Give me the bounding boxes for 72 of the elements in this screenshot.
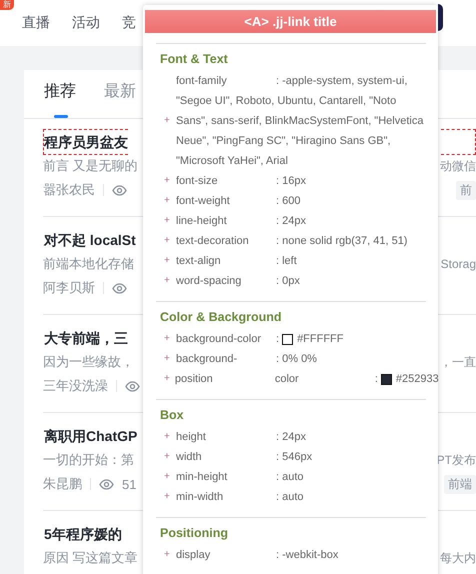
selection-outline: [441, 129, 476, 155]
expand-marker[interactable]: +: [164, 353, 171, 365]
expand-marker[interactable]: +: [164, 175, 171, 187]
article-excerpt: 前言 又是无聊的: [43, 157, 138, 175]
article-title[interactable]: 程序员男盆友: [43, 129, 128, 155]
property-name: color: [274, 372, 300, 387]
property-line: font-size : 16px: [176, 174, 307, 189]
article-excerpt: 一切的开始：第: [43, 451, 134, 469]
section-title: Font & Text: [159, 51, 229, 68]
article-tag[interactable]: 前端: [444, 474, 476, 494]
eye-icon: [112, 184, 127, 196]
eye-icon: [112, 282, 127, 294]
expand-marker[interactable]: +: [164, 115, 171, 127]
property-line: word-spacing : 0px: [176, 274, 301, 289]
property-line: line-height : 24px: [176, 214, 307, 229]
property-line: font-weight : 600: [176, 194, 302, 209]
eye-icon: [99, 478, 114, 490]
article-title[interactable]: 离职用ChatGP: [43, 423, 138, 449]
expand-marker[interactable]: +: [164, 235, 171, 247]
article-excerpt: ，一直: [440, 354, 476, 370]
property-value: #FFFFFF: [297, 332, 344, 347]
inspector-title: <A> .jj-link title: [145, 10, 436, 33]
article-excerpt: 原因 写这篇文章: [43, 549, 138, 567]
expand-marker[interactable]: +: [164, 431, 171, 443]
section-title: Box: [159, 407, 185, 424]
property-name: background-color: [176, 332, 262, 347]
property-line: height : 24px: [176, 430, 307, 445]
expand-marker[interactable]: +: [164, 471, 171, 483]
colon: :: [374, 372, 378, 387]
expand-marker[interactable]: +: [164, 373, 170, 385]
expand-marker[interactable]: +: [164, 549, 171, 561]
property-line: min-height : auto: [176, 470, 305, 485]
article-title[interactable]: 大专前端，三: [43, 325, 128, 351]
article-title[interactable]: 5年程序媛的: [43, 521, 122, 547]
property-line: text-decoration : none solid rgb(37, 41, 51): [176, 234, 408, 249]
nav-link[interactable]: 活动: [72, 14, 100, 32]
article-excerpt: 每大内: [440, 550, 476, 566]
feed-tab[interactable]: 推荐: [44, 80, 76, 118]
article-title[interactable]: 对不起 localSt: [43, 227, 136, 253]
property-line: display : -webkit-box: [176, 548, 340, 563]
view-count: 51: [122, 476, 136, 492]
colon: :: [276, 332, 280, 347]
author-name[interactable]: 三年没洗澡: [43, 377, 108, 395]
expand-marker[interactable]: +: [164, 215, 171, 227]
article-excerpt: Storag: [440, 257, 476, 271]
new-badge: 新: [0, 0, 14, 10]
article-excerpt: 动微信: [440, 158, 476, 174]
article-tag[interactable]: 前: [456, 180, 476, 200]
property-value: #252933: [396, 372, 439, 387]
expand-marker[interactable]: +: [164, 333, 171, 345]
article-excerpt: 因为一些缘故，: [43, 353, 134, 371]
feed-tab[interactable]: 最新: [104, 80, 136, 118]
nav-link[interactable]: 竞: [122, 14, 136, 32]
article-excerpt: 前端本地化存储: [43, 255, 134, 273]
property-line: width : 546px: [176, 450, 314, 465]
author-name[interactable]: 嚣张农民: [43, 181, 95, 199]
section-title: Color & Background: [159, 309, 283, 326]
property-line: text-align : left: [176, 254, 298, 269]
expand-marker[interactable]: +: [164, 195, 171, 207]
section-title: Positioning: [159, 525, 230, 542]
nav-link[interactable]: 直播: [22, 14, 50, 32]
author-name[interactable]: 朱昆鹏: [43, 475, 82, 493]
avatar[interactable]: [438, 4, 443, 31]
property-name: position: [174, 372, 214, 387]
expand-marker[interactable]: +: [164, 451, 171, 463]
expand-marker[interactable]: +: [164, 255, 171, 267]
expand-marker[interactable]: +: [164, 275, 171, 287]
expand-marker[interactable]: +: [164, 491, 171, 503]
author-name[interactable]: 阿李贝斯: [43, 279, 95, 297]
property-line: min-width : auto: [176, 490, 305, 505]
property-line: background- : 0% 0%: [176, 352, 318, 367]
eye-icon: [125, 380, 140, 392]
